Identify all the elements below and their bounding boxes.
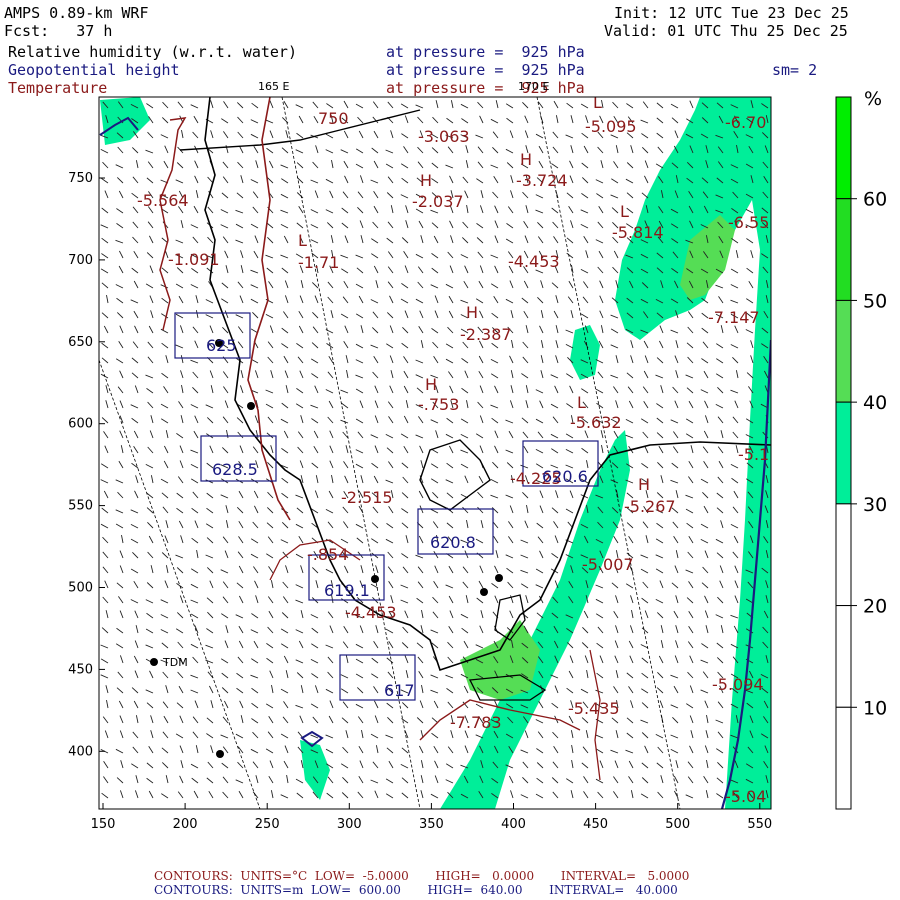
high-marker: H [420, 171, 432, 190]
temp-label: -2.037 [412, 192, 464, 211]
station-dot [480, 588, 488, 596]
height-label: 628.5 [212, 460, 258, 479]
height-label: 620.6 [542, 467, 588, 486]
temp-label: -5.435 [568, 699, 620, 718]
colorbar: 60 50 40 30 20 10 [835, 96, 887, 810]
high-marker: H [425, 375, 437, 394]
y-tick-label: 400 [68, 744, 93, 759]
temp-label: -2.387 [460, 325, 512, 344]
station-dot [247, 402, 255, 410]
low-marker: L [298, 231, 307, 250]
x-tick-label: 150 [91, 817, 116, 832]
y-tick-label: 450 [68, 662, 93, 677]
high-marker: H [638, 475, 650, 494]
colorbar-tick-label: 10 [863, 697, 887, 719]
weather-map: -3.063 -5.095 -6.70 -3.724 -2.037 -5.814… [68, 80, 887, 832]
y-tick-label: 750 [68, 171, 93, 186]
height-label: 617 [384, 681, 415, 700]
temp-label: -5.814 [612, 223, 664, 242]
temp-label: -4.453 [345, 603, 397, 622]
temp-label: -5.632 [570, 413, 622, 432]
temp-label: -7.783 [450, 713, 502, 732]
temp-label: -1.091 [168, 250, 220, 269]
colorbar-bin [835, 299, 852, 403]
temp-label: -.854 [307, 545, 348, 564]
low-marker: L [593, 93, 602, 112]
longitude-label: 170 E [518, 80, 549, 93]
y-tick-label: 500 [68, 581, 93, 596]
colorbar-bin [835, 706, 852, 810]
longitude-label: 165 E [258, 80, 289, 93]
temp-label: -5.564 [137, 191, 189, 210]
high-marker: H [466, 303, 478, 322]
station-dot [150, 658, 158, 666]
x-tick-label: 350 [419, 817, 444, 832]
colorbar-tick-label: 30 [863, 494, 887, 516]
colorbar-bin [835, 198, 852, 301]
temp-label: -3.724 [516, 171, 568, 190]
colorbar-bin [835, 503, 852, 607]
low-marker: L [577, 393, 586, 412]
height-label: 620.8 [430, 533, 476, 552]
map-field-layer: -3.063 -5.095 -6.70 -3.724 -2.037 -5.814… [99, 93, 771, 809]
colorbar-bin [835, 401, 852, 505]
x-tick-label: 250 [255, 817, 280, 832]
temp-label: -5.007 [582, 555, 634, 574]
temp-label: -5.095 [585, 117, 637, 136]
x-tick-label: 450 [583, 817, 608, 832]
y-tick-label: 650 [68, 335, 93, 350]
colorbar-tick-label: 40 [863, 392, 887, 414]
height-contour-legend: CONTOURS: UNITS=m LOW= 600.00 HIGH= 640.… [154, 883, 678, 897]
temp-label: -6.55 [728, 213, 769, 232]
x-tick-label: 300 [337, 817, 362, 832]
temp-label: -3.063 [418, 127, 470, 146]
temp-label: -5.267 [624, 497, 676, 516]
station-label: TDM [162, 656, 188, 669]
station-dot [216, 750, 224, 758]
temp-label: -5.094 [712, 675, 764, 694]
y-tick-label: 550 [68, 499, 93, 514]
temp-label: 750 [318, 109, 349, 128]
x-tick-label: 550 [747, 817, 772, 832]
y-tick-label: 700 [68, 253, 93, 268]
colorbar-bin [835, 96, 852, 200]
temp-label: -1.71 [298, 253, 339, 272]
y-tick-label: 600 [68, 417, 93, 432]
colorbar-unit: % [864, 88, 882, 110]
low-marker: L [620, 202, 629, 221]
temp-label: -5.1 [738, 445, 769, 464]
height-label: 625 [206, 336, 237, 355]
temp-label: -2.515 [341, 488, 393, 507]
colorbar-tick-label: 50 [863, 290, 887, 312]
temp-label: -.753 [418, 395, 459, 414]
temp-label: -4.453 [508, 252, 560, 271]
height-label: 619.1 [324, 581, 370, 600]
station-dot [371, 575, 379, 583]
x-tick-label: 500 [665, 817, 690, 832]
colorbar-tick-label: 20 [863, 596, 887, 618]
colorbar-tick-label: 60 [863, 189, 887, 211]
x-tick-label: 400 [501, 817, 526, 832]
high-marker: H [520, 150, 532, 169]
temp-label: -6.70 [725, 113, 766, 132]
x-tick-label: 200 [173, 817, 198, 832]
temp-label: -7.147 [708, 308, 760, 327]
station-dot [495, 574, 503, 582]
temperature-contour-legend: CONTOURS: UNITS=°C LOW= -5.0000 HIGH= 0.… [154, 869, 690, 883]
colorbar-bin [835, 605, 852, 708]
